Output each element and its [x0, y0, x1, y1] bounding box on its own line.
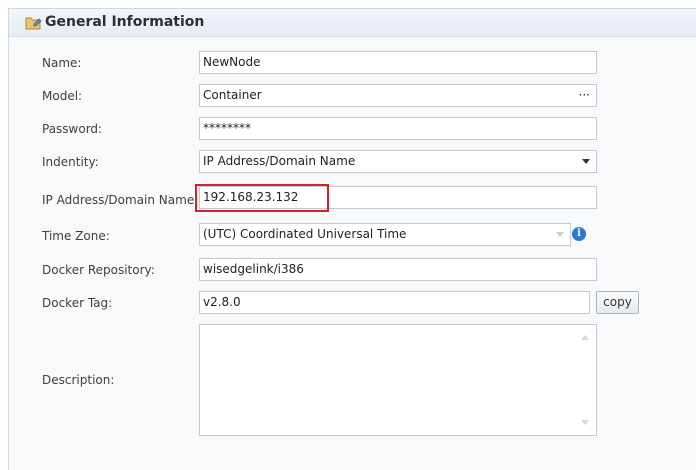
docker-repository-value: wisedgelink/i386 [203, 262, 304, 276]
folder-edit-icon [25, 17, 42, 30]
docker-tag-label: Docker Tag: [42, 296, 113, 310]
panel-header: General Information [9, 9, 696, 37]
time-zone-select[interactable]: (UTC) Coordinated Universal Time [199, 223, 571, 246]
name-input[interactable]: NewNode [199, 51, 597, 74]
scroll-up-icon[interactable] [581, 335, 589, 340]
docker-repository-input[interactable]: wisedgelink/i386 [199, 258, 597, 281]
ip-address-input[interactable]: 192.168.23.132 [199, 186, 597, 209]
description-textarea[interactable] [199, 324, 597, 436]
model-value: Container [203, 88, 262, 102]
model-field[interactable]: Container ··· [199, 84, 597, 107]
password-value: ******** [203, 121, 251, 135]
scroll-down-icon[interactable] [581, 420, 589, 425]
name-value: NewNode [203, 55, 261, 69]
name-label: Name: [42, 56, 82, 70]
time-zone-label: Time Zone: [42, 229, 110, 243]
ip-address-value: 192.168.23.132 [203, 190, 299, 204]
docker-tag-input[interactable]: v2.8.0 [199, 291, 590, 314]
password-label: Password: [42, 122, 103, 136]
identity-label: Indentity: [42, 155, 99, 169]
chevron-down-icon[interactable] [556, 232, 564, 237]
panel-title: General Information [45, 14, 205, 30]
time-zone-value: (UTC) Coordinated Universal Time [203, 227, 407, 241]
chevron-down-icon[interactable] [582, 159, 590, 164]
docker-tag-value: v2.8.0 [203, 295, 241, 309]
password-input[interactable]: ******** [199, 117, 597, 140]
description-label: Description: [42, 373, 115, 387]
info-icon[interactable]: i [572, 227, 586, 241]
identity-select[interactable]: IP Address/Domain Name [199, 150, 597, 173]
ip-address-label: IP Address/Domain Name: [42, 193, 199, 207]
model-browse-button[interactable]: ··· [579, 85, 590, 106]
model-label: Model: [42, 89, 83, 103]
general-information-panel: General Information Name: NewNode Model:… [8, 8, 696, 470]
copy-button[interactable]: copy [596, 291, 639, 314]
identity-value: IP Address/Domain Name [203, 154, 356, 168]
docker-repository-label: Docker Repository: [42, 263, 155, 277]
